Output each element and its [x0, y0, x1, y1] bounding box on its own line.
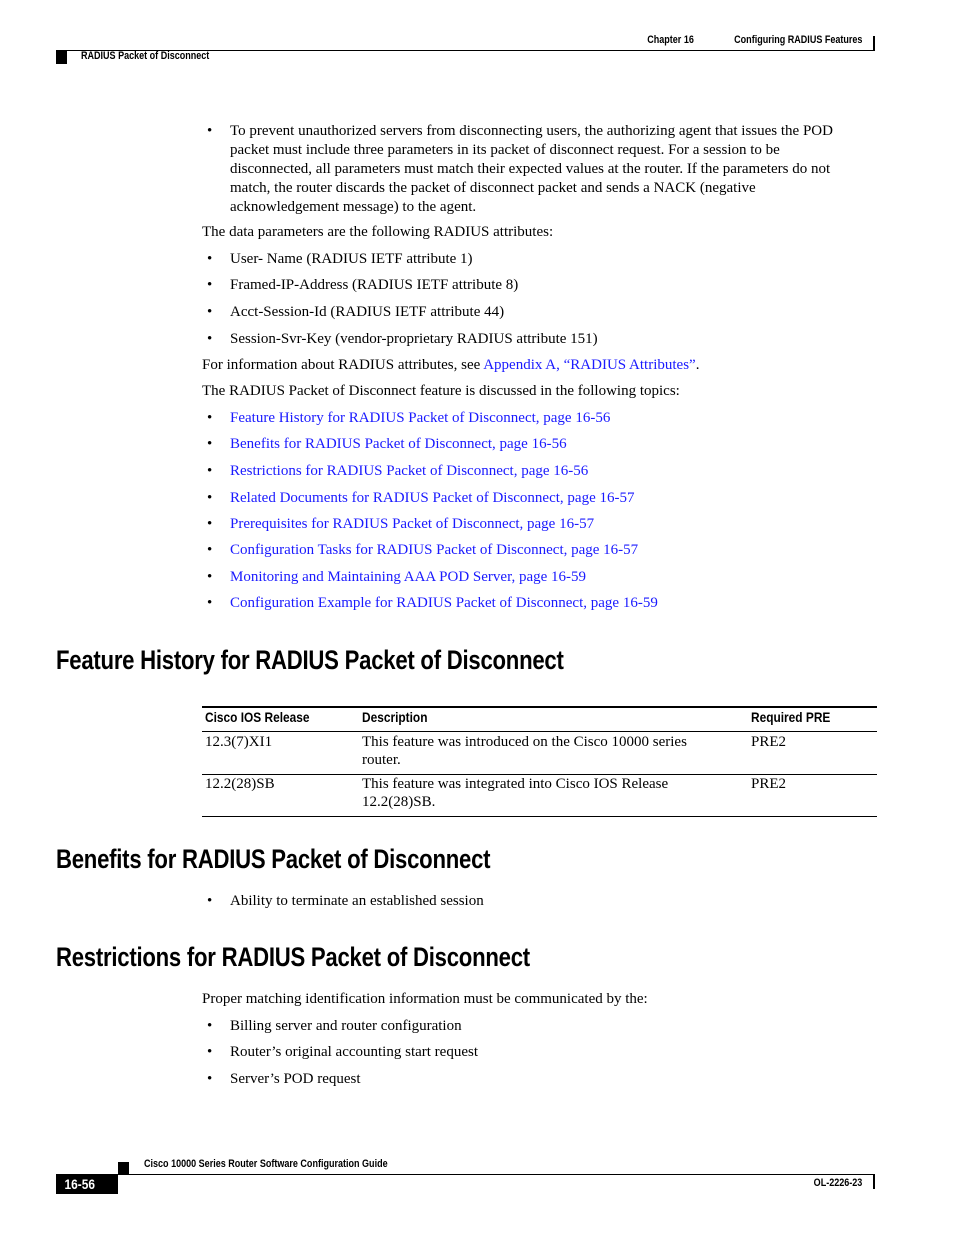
- restrictions-intro: Proper matching identification informati…: [202, 991, 648, 1007]
- restrictions-heading: Restrictions for RADIUS Packet of Discon…: [56, 942, 530, 972]
- chapter-number: Chapter 16: [647, 34, 694, 46]
- bullet-icon: •: [207, 1018, 213, 1034]
- page-number: 16-56: [64, 1176, 95, 1192]
- bullet-icon: •: [207, 516, 213, 532]
- column-header-pre: Required PRE: [751, 709, 831, 725]
- bullet-icon: •: [207, 410, 213, 426]
- footer-rule: [56, 1174, 875, 1175]
- info-text: For information about RADIUS attributes,…: [202, 357, 700, 373]
- benefits-heading: Benefits for RADIUS Packet of Disconnect: [56, 844, 491, 874]
- bullet-icon: •: [207, 569, 213, 585]
- text-line: To prevent unauthorized servers from dis…: [230, 123, 833, 139]
- bullet-icon: •: [207, 595, 213, 611]
- bullet-icon: •: [207, 1071, 213, 1087]
- page-number-box: 16-56: [56, 1175, 118, 1194]
- feature-history-heading: Feature History for RADIUS Packet of Dis…: [56, 645, 564, 675]
- header-rule: [202, 731, 877, 732]
- topic-link[interactable]: Configuration Example for RADIUS Packet …: [230, 594, 658, 613]
- bullet-icon: •: [207, 123, 213, 139]
- topic-link[interactable]: Configuration Tasks for RADIUS Packet of…: [230, 541, 638, 560]
- cell-pre: PRE2: [751, 734, 787, 750]
- text-line: match, the router discards the packet of…: [230, 180, 756, 196]
- bullet-icon: •: [207, 463, 213, 479]
- topic-link[interactable]: Prerequisites for RADIUS Packet of Disco…: [230, 515, 594, 534]
- column-header-release: Cisco IOS Release: [205, 709, 310, 725]
- topic-link[interactable]: Benefits for RADIUS Packet of Disconnect…: [230, 435, 567, 454]
- cell-description: This feature was introduced on the Cisco…: [362, 734, 687, 768]
- guide-title: Cisco 10000 Series Router Software Confi…: [144, 1158, 388, 1170]
- topic-link[interactable]: Monitoring and Maintaining AAA POD Serve…: [230, 568, 586, 587]
- text-line: disconnected, all parameters must match …: [230, 161, 831, 177]
- table-top-rule: [202, 706, 877, 708]
- cell-release: 12.3(7)XI1: [205, 734, 273, 750]
- column-header-description: Description: [362, 709, 428, 725]
- bullet-icon: •: [207, 331, 213, 347]
- text-line: acknowledgement message) to the agent.: [230, 199, 477, 215]
- bullet-icon: •: [207, 542, 213, 558]
- table-bottom-rule: [202, 816, 877, 817]
- bullet-icon: •: [207, 251, 213, 267]
- topics-intro: The RADIUS Packet of Disconnect feature …: [202, 383, 680, 399]
- topic-link[interactable]: Restrictions for RADIUS Packet of Discon…: [230, 462, 588, 481]
- cell-pre: PRE2: [751, 776, 787, 792]
- bullet-icon: •: [207, 490, 213, 506]
- text-line: packet must include three parameters in …: [230, 142, 780, 158]
- bullet-icon: •: [207, 304, 213, 320]
- bullet-icon: •: [207, 893, 213, 909]
- bullet-icon: •: [207, 436, 213, 452]
- cell-description: This feature was integrated into Cisco I…: [362, 776, 669, 810]
- header-rule-vertical: [873, 36, 875, 51]
- footer-rule-vertical: [873, 1175, 875, 1189]
- data-params-text: The data parameters are the following RA…: [202, 224, 554, 240]
- bullet-icon: •: [207, 1044, 213, 1060]
- pod-bullet-text: To prevent unauthorized servers from dis…: [230, 122, 833, 217]
- cell-release: 12.2(28)SB: [205, 776, 275, 792]
- chapter-title: Configuring RADIUS Features: [733, 34, 862, 46]
- bullet-icon: •: [207, 277, 213, 293]
- topic-link[interactable]: Related Documents for RADIUS Packet of D…: [230, 489, 634, 508]
- topic-link[interactable]: Feature History for RADIUS Packet of Dis…: [230, 409, 610, 428]
- header-marker: [56, 51, 67, 64]
- appendix-link[interactable]: Appendix A, “RADIUS Attributes”: [483, 357, 695, 373]
- section-title: RADIUS Packet of Disconnect: [81, 50, 210, 62]
- doc-id: OL-2226-23: [813, 1177, 862, 1189]
